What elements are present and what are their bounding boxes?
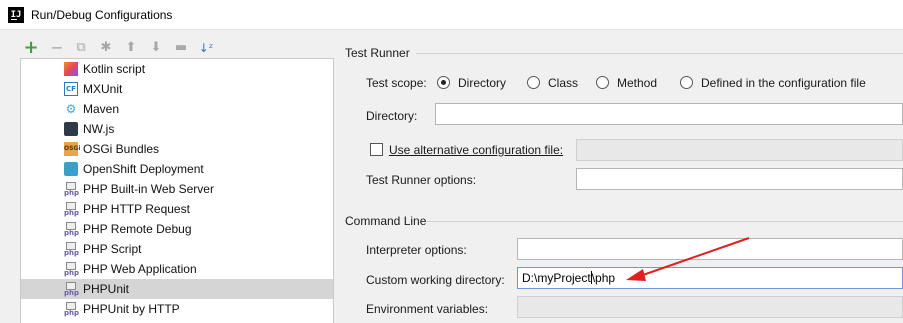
annotation-arrow-icon bbox=[626, 237, 750, 281]
